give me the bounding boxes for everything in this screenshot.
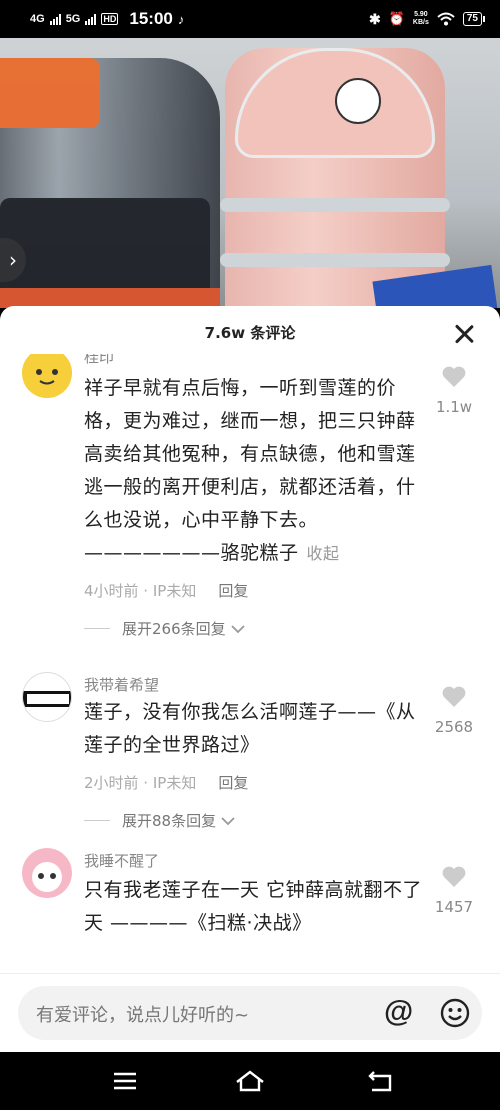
reply-button[interactable]: 回复 <box>218 582 248 600</box>
avatar[interactable] <box>22 672 72 722</box>
heart-icon <box>442 686 466 707</box>
like-button[interactable]: 1.1w <box>428 364 480 416</box>
network-indicators: 4G 5G HD 15:00 ♪ <box>30 9 184 29</box>
status-bar: 4G 5G HD 15:00 ♪ ✱ ⏰ 5.90 KB/s 75 <box>0 0 500 38</box>
reply-button[interactable]: 回复 <box>218 774 248 792</box>
like-button[interactable]: 2568 <box>428 684 480 736</box>
wifi-icon <box>437 12 455 26</box>
emoji-icon[interactable] <box>440 998 470 1028</box>
comment-item: 桂印 祥子早就有点后悔，一听到雪莲的价格，更为难过，继而一想，把三只钟薛高卖给其… <box>0 354 500 654</box>
like-count: 1457 <box>434 898 474 916</box>
comment-count-title: 7.6w 条评论 <box>204 324 296 342</box>
comment-item: 我睡不醒了 只有我老莲子在一天 它钟薛高就翻不了天 ————《扫糕·决战》 14… <box>0 844 500 974</box>
network-speed: 5.90 KB/s <box>412 11 429 26</box>
comment-text: 只有我老莲子在一天 它钟薛高就翻不了天 ————《扫糕·决战》 <box>84 879 423 934</box>
battery-icon: 75 <box>462 12 486 26</box>
like-button[interactable]: 1457 <box>428 864 480 916</box>
comment-meta: 4小时前 · IP未知 回复 <box>84 582 249 600</box>
signal-icon <box>49 13 61 25</box>
system-nav-bar <box>0 1052 500 1110</box>
hd-badge: HD <box>101 13 119 25</box>
bluetooth-icon: ✱ <box>369 10 381 27</box>
avatar[interactable] <box>22 354 72 398</box>
username[interactable]: 我带着希望 <box>84 674 159 695</box>
home-icon[interactable] <box>233 1064 267 1098</box>
chevron-down-icon <box>221 816 235 825</box>
like-count: 1.1w <box>435 398 473 416</box>
signal-icon <box>85 13 97 25</box>
expand-replies-button[interactable]: 展开266条回复 <box>84 618 246 639</box>
back-icon[interactable] <box>364 1064 398 1098</box>
comment-input-bar: 有爱评论，说点儿好听的~ @ <box>0 973 500 1052</box>
username[interactable]: 我睡不醒了 <box>84 850 159 871</box>
comment-sheet: 7.6w 条评论 桂印 祥子早就有点后悔，一听到雪莲的价格，更为难过，继而一想，… <box>0 306 500 1052</box>
comment-meta: 2小时前 · IP未知 回复 <box>84 774 249 792</box>
tiktok-notification-icon: ♪ <box>177 11 185 27</box>
anime-avatar-icon <box>22 848 72 898</box>
clock: 15:00 <box>129 9 173 28</box>
username[interactable]: 桂印 <box>84 354 114 367</box>
text-avatar-icon <box>23 691 71 707</box>
comment-item: 我带着希望 莲子，没有你我怎么活啊莲子——《从莲子的全世界路过》 2小时前 · … <box>0 664 500 844</box>
collapse-link[interactable]: 收起 <box>307 544 340 563</box>
expand-replies-button[interactable]: 展开88条回复 <box>84 810 236 831</box>
comment-text: 莲子，没有你我怎么活啊莲子——《从莲子的全世界路过》 <box>84 701 416 756</box>
heart-icon <box>442 366 466 387</box>
alarm-icon: ⏰ <box>388 11 405 26</box>
network-5g-label: 5G <box>65 13 81 25</box>
comment-list[interactable]: 桂印 祥子早就有点后悔，一听到雪莲的价格，更为难过，继而一想，把三只钟薛高卖给其… <box>0 354 500 974</box>
bottle-image <box>0 58 220 308</box>
like-count: 2568 <box>434 718 474 736</box>
network-4g-label: 4G <box>30 13 45 25</box>
menu-icon[interactable] <box>108 1064 142 1098</box>
avatar[interactable] <box>22 848 72 898</box>
system-indicators: ✱ ⏰ 5.90 KB/s 75 <box>369 10 486 28</box>
lunchbox-image <box>220 48 450 308</box>
close-icon[interactable] <box>454 324 474 344</box>
video-preview[interactable]: › <box>0 38 500 308</box>
comment-text: 祥子早就有点后悔，一听到雪莲的价格，更为难过，继而一想，把三只钟薛高卖给其他冤种… <box>84 377 416 564</box>
heart-icon <box>442 866 466 887</box>
mention-button[interactable]: @ <box>384 995 413 1029</box>
smiley-avatar-icon <box>22 354 72 398</box>
chevron-down-icon <box>231 624 245 633</box>
